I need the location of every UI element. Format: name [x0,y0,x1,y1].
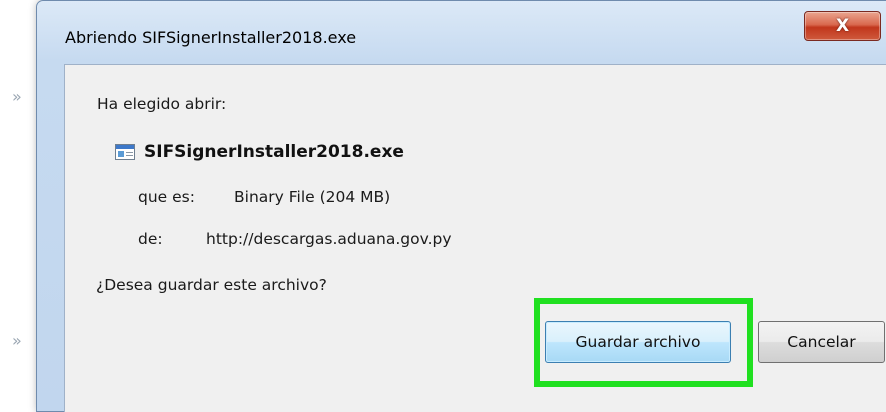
download-dialog: Abriendo SIFSignerInstaller2018.exe X Ha… [36,0,886,412]
source-label: de: [138,230,163,248]
close-icon: X [835,15,850,36]
dialog-content: Ha elegido abrir: SIFSignerInstaller2018… [64,64,886,412]
file-type-label: que es: [138,188,195,206]
dialog-title: Abriendo SIFSignerInstaller2018.exe [65,28,357,47]
file-name: SIFSignerInstaller2018.exe [144,142,404,162]
cancel-button[interactable]: Cancelar [758,321,885,363]
file-type-value: Binary File (204 MB) [234,188,391,206]
close-button[interactable]: X [804,11,881,41]
title-bar[interactable]: Abriendo SIFSignerInstaller2018.exe X [37,1,886,63]
chevron-icon: » [12,87,22,106]
save-file-button[interactable]: Guardar archivo [545,321,731,363]
chevron-icon: » [12,331,22,350]
chosen-to-open-label: Ha elegido abrir: [97,95,227,113]
source-url: http://descargas.aduana.gov.py [206,230,452,248]
application-exe-icon [115,144,135,160]
save-question: ¿Desea guardar este archivo? [96,276,327,294]
